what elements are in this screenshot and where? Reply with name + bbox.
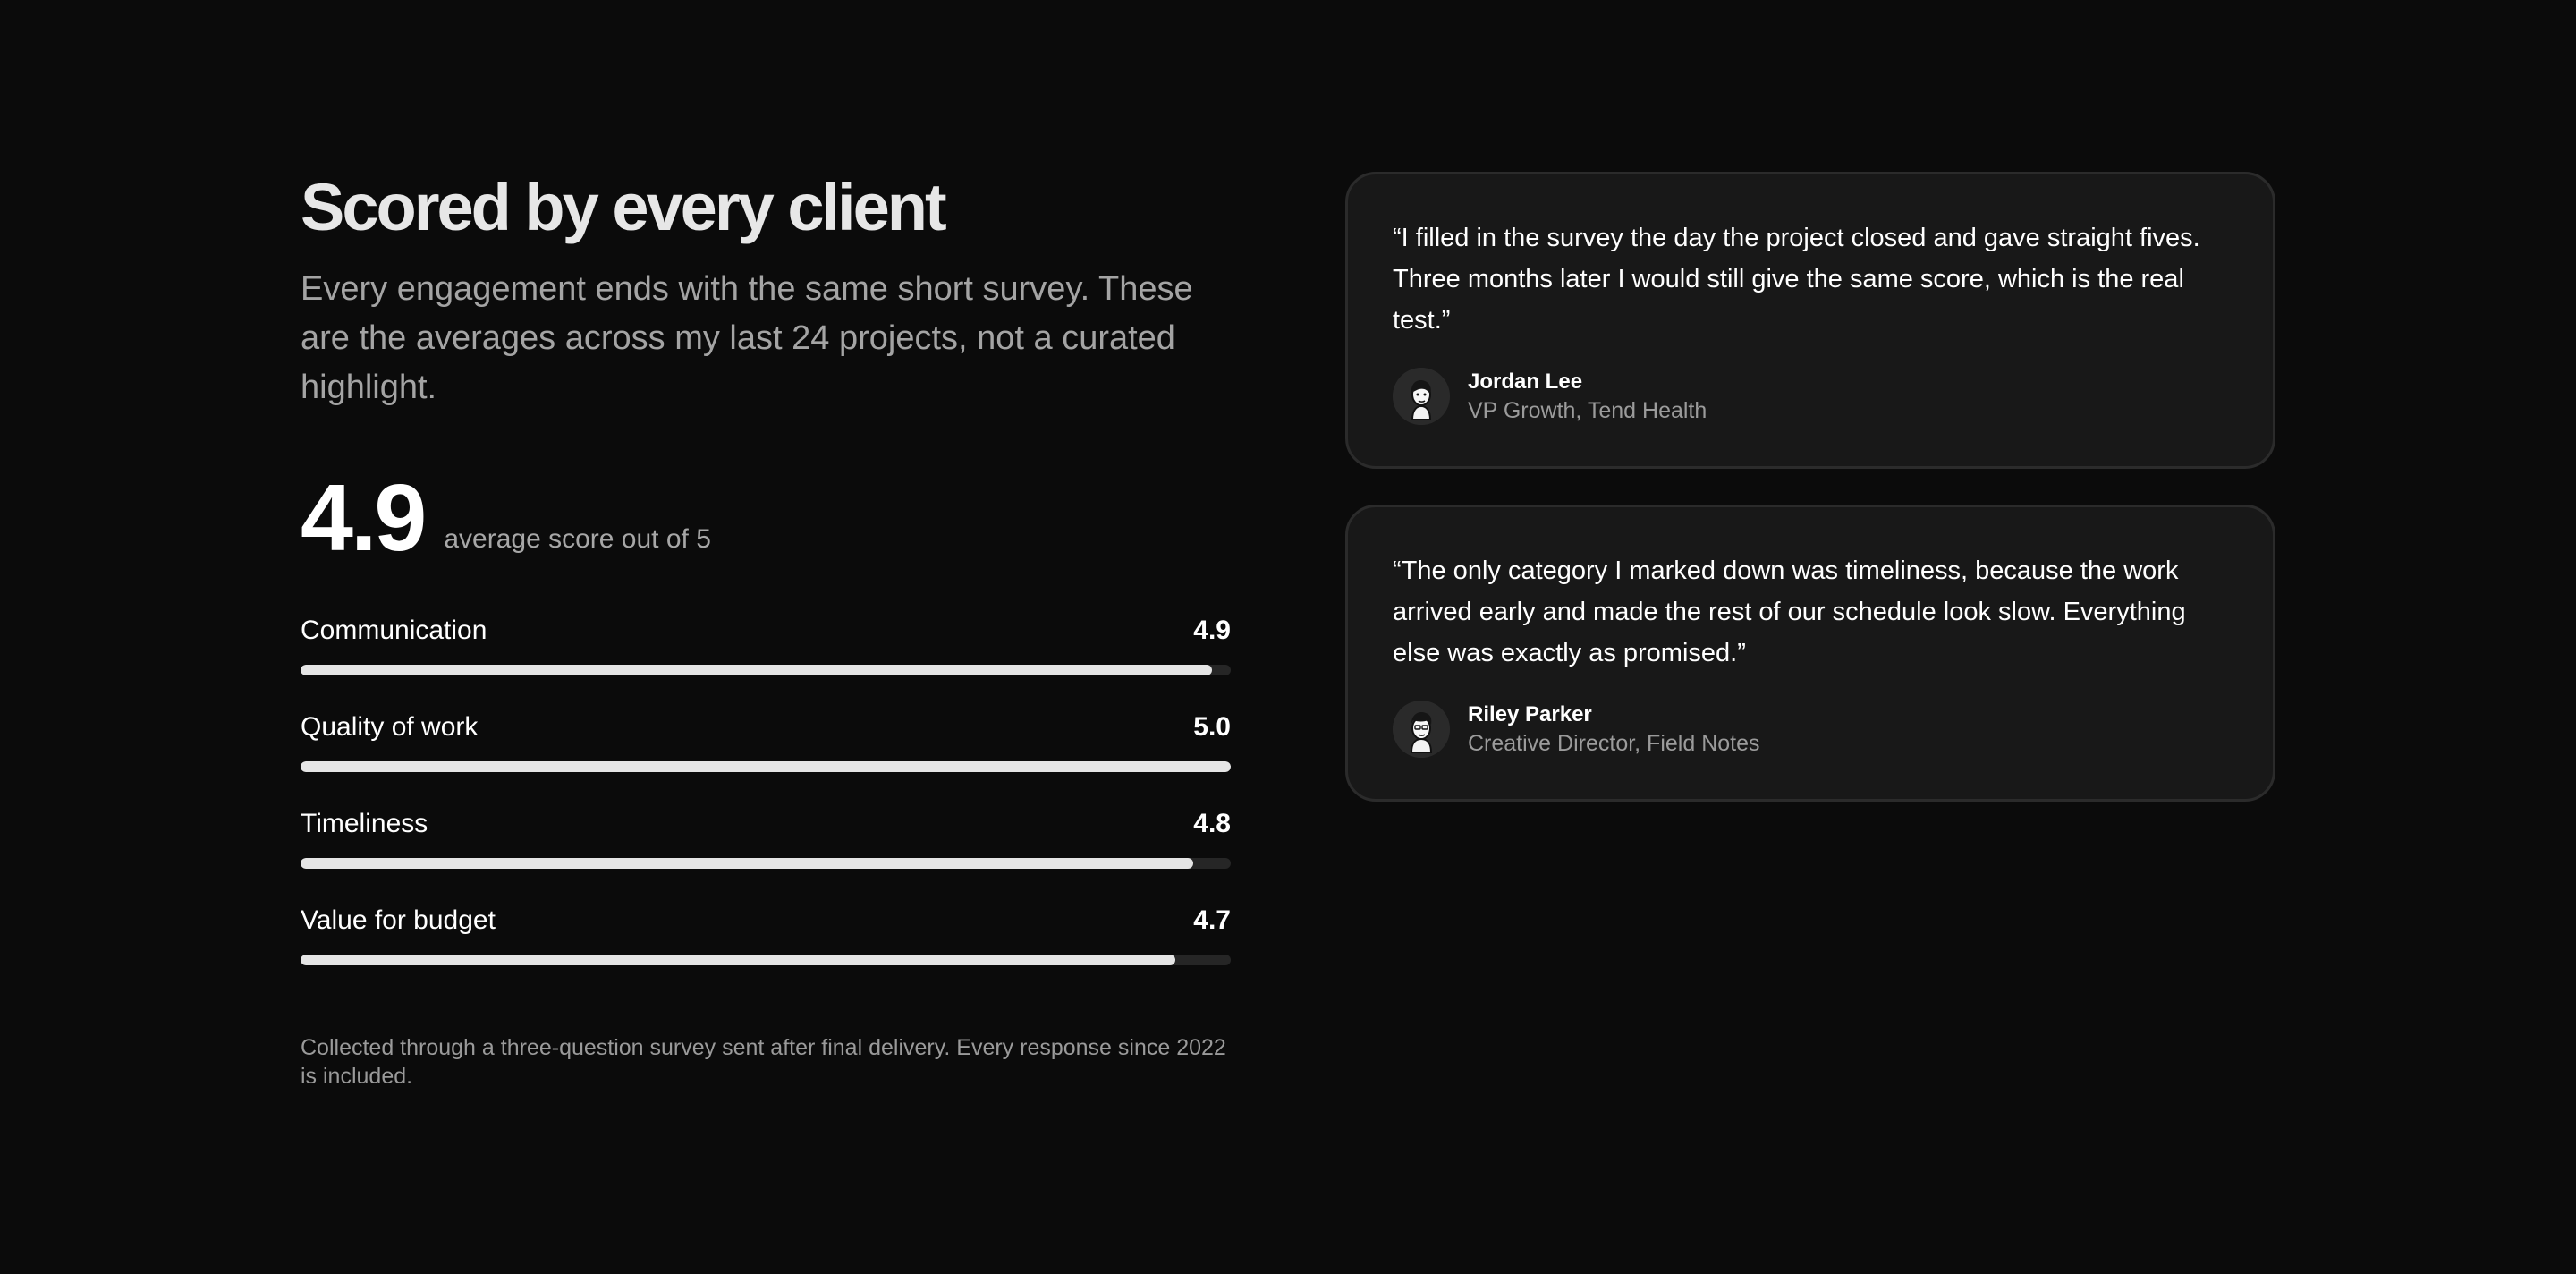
section-title: Scored by every client (301, 170, 947, 244)
section-intro: Every engagement ends with the same shor… (301, 270, 1193, 406)
testimonial-author-role: Creative Director, Field Notes (1468, 731, 1760, 756)
testimonial-card: “I filled in the survey the day the proj… (1345, 172, 2275, 469)
rating-label: Value for budget (301, 905, 496, 935)
testimonial-author: Riley Parker Creative Director, Field No… (1393, 701, 2228, 758)
rating-label: Timeliness (301, 809, 428, 838)
testimonial-author-role: VP Growth, Tend Health (1468, 398, 1707, 423)
rating-value-for-budget: Value for budget 4.7 (301, 903, 1231, 999)
rating-communication: Communication 4.9 (301, 613, 1231, 709)
rating-value: 4.7 (1193, 905, 1231, 935)
rating-label: Communication (301, 616, 487, 645)
ratings-section: Scored by every client Every engagement … (301, 168, 1231, 1091)
rating-label: Quality of work (301, 712, 479, 742)
rating-value: 5.0 (1193, 712, 1231, 742)
rating-bar-track (301, 761, 1231, 772)
rating-value: 4.8 (1193, 809, 1231, 838)
testimonials: “I filled in the survey the day the proj… (1345, 172, 2275, 837)
rating-quality-of-work: Quality of work 5.0 (301, 709, 1231, 806)
testimonial-quote: “I filled in the survey the day the proj… (1393, 224, 2200, 335)
rating-bar-track (301, 955, 1231, 965)
testimonial-card: “The only category I marked down was tim… (1345, 505, 2275, 802)
rating-bar-fill (301, 858, 1194, 869)
average-score-caption: average score out of 5 (444, 524, 711, 554)
testimonial-quote: “The only category I marked down was tim… (1393, 556, 2186, 667)
avatar-illustration-icon (1393, 701, 1450, 758)
rating-timeliness: Timeliness 4.8 (301, 806, 1231, 903)
rating-bar-track (301, 858, 1231, 869)
testimonial-author: Jordan Lee VP Growth, Tend Health (1393, 368, 2228, 425)
rating-list: Communication 4.9 Quality of work 5.0 Ti… (301, 613, 1231, 999)
rating-bar-fill (301, 665, 1213, 675)
rating-bar-fill (301, 761, 1231, 772)
testimonial-author-name: Jordan Lee (1468, 369, 1583, 394)
average-score-value: 4.9 (301, 465, 427, 571)
rating-bar-fill (301, 955, 1175, 965)
survey-footnote: Collected through a three-question surve… (301, 1035, 1226, 1089)
rating-bar-track (301, 665, 1231, 675)
testimonial-author-name: Riley Parker (1468, 702, 1592, 726)
rating-value: 4.9 (1193, 616, 1231, 645)
avatar-illustration-icon (1393, 368, 1450, 425)
average-score: 4.9 average score out of 5 (301, 465, 1231, 571)
